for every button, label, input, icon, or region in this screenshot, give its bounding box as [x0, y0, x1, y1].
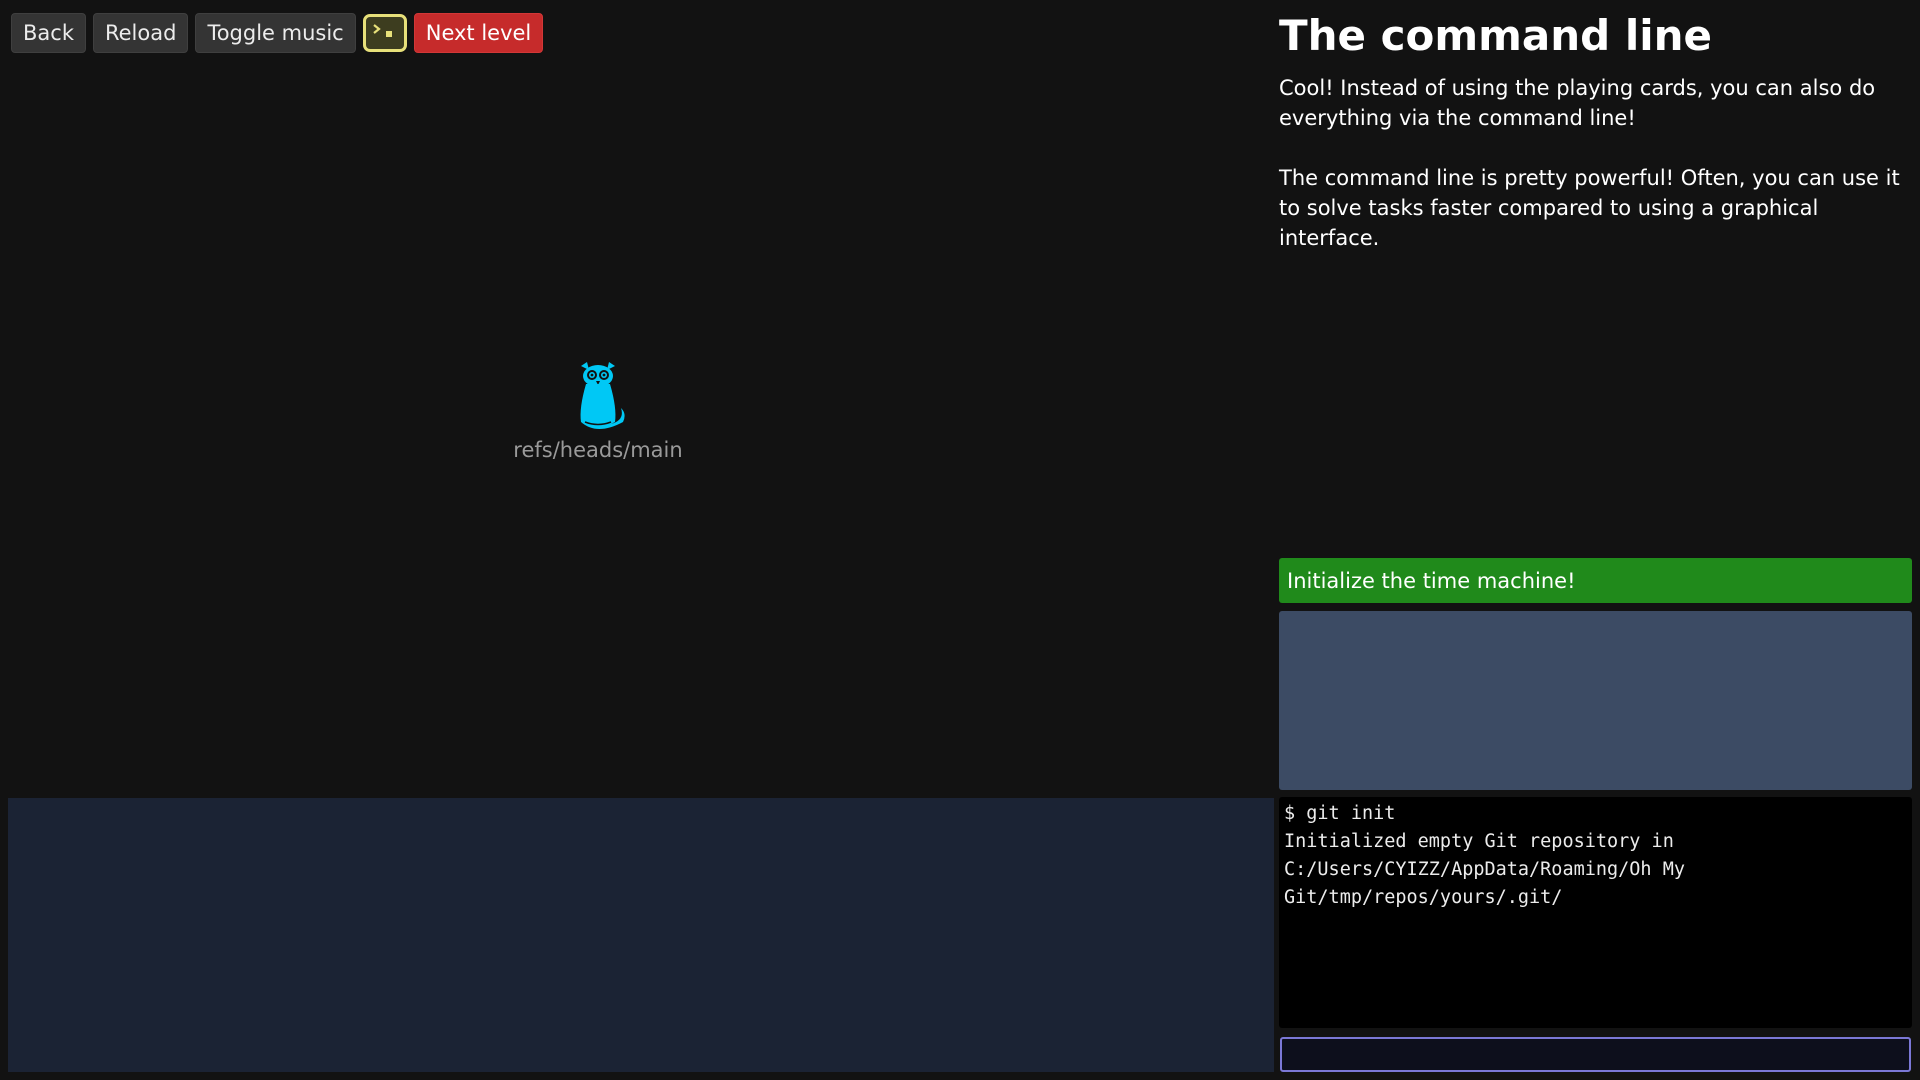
- level-description: Cool! Instead of using the playing cards…: [1279, 73, 1907, 283]
- description-paragraph: The command line is pretty powerful! Oft…: [1279, 166, 1900, 250]
- terminal-line: Git/tmp/repos/yours/.git/: [1284, 887, 1563, 908]
- terminal-line: $ git init: [1284, 803, 1396, 824]
- commit-graph: refs/heads/main: [0, 60, 1272, 795]
- file-panel: [1279, 611, 1912, 790]
- owl-icon: [580, 362, 625, 429]
- ref-node[interactable]: refs/heads/main: [498, 360, 698, 462]
- toolbar: Back Reload Toggle music Next level: [11, 13, 544, 53]
- reload-button[interactable]: Reload: [92, 13, 189, 53]
- level-title: The command line: [1279, 11, 1713, 60]
- terminal-line: C:/Users/CYIZZ/AppData/Roaming/Oh My: [1284, 859, 1685, 880]
- back-button[interactable]: Back: [11, 13, 86, 53]
- terminal-line: Initialized empty Git repository in: [1284, 831, 1674, 852]
- toggle-music-button[interactable]: Toggle music: [195, 13, 356, 53]
- goal-label: Initialize the time machine!: [1287, 568, 1576, 593]
- terminal-toggle-button[interactable]: [362, 14, 407, 52]
- description-paragraph: Cool! Instead of using the playing cards…: [1279, 76, 1876, 130]
- ref-name-label: refs/heads/main: [513, 438, 683, 462]
- terminal-output: $ git init Initialized empty Git reposit…: [1279, 797, 1912, 1028]
- goal-banner: Initialize the time machine!: [1279, 558, 1912, 603]
- card-area: [8, 798, 1274, 1072]
- terminal-icon: [373, 24, 392, 37]
- command-input[interactable]: [1280, 1037, 1911, 1072]
- next-level-button[interactable]: Next level: [413, 13, 544, 53]
